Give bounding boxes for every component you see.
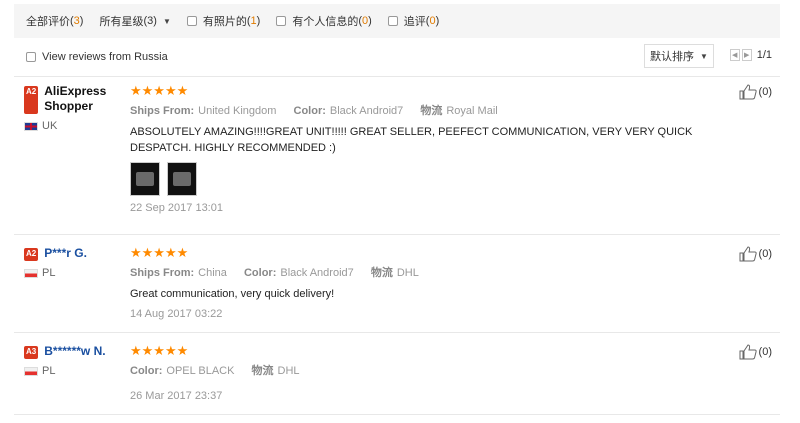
review-filter-bar: 全部评价 (3) 所有星级 (3) ▼ 有照片的 (1) 有个人信息的 (0) … (14, 4, 780, 38)
review-item: A3 B******w N. PL ★★★★★ Color: OPEL BLACK… (14, 344, 780, 414)
reviewer-country: PL (42, 267, 56, 279)
review-content: ★★★★★ Ships From: United Kingdom Color: Bl… (130, 84, 730, 214)
filter-all-stars-count: 3 (147, 15, 154, 27)
color-value: Black Android7 (329, 105, 404, 117)
reviewer-name: AliExpress Shopper (44, 84, 107, 113)
ships-from-value: United Kingdom (198, 105, 277, 117)
reviewer-info: A2 AliExpress Shopper UK (24, 84, 124, 132)
review-content: ★★★★★ Color: OPEL BLACK 物流 DHL 26 Mar 2017… (130, 343, 730, 403)
review-text: Great communication, very quick delivery… (130, 288, 335, 300)
review-date: 14 Aug 2017 03:22 (130, 308, 223, 320)
review-photo[interactable] (167, 162, 197, 196)
logistics-label: 物流 (251, 365, 274, 377)
ships-from-label: Ships From: (130, 267, 195, 279)
reviewer-country: UK (42, 120, 58, 132)
review-content: ★★★★★ Ships From: China Color: Black Andro… (130, 245, 730, 321)
color-value: OPEL BLACK (166, 365, 235, 377)
russia-reviews-label: View reviews from Russia (42, 51, 168, 63)
review-date: 22 Sep 2017 13:01 (130, 202, 223, 214)
star-rating: ★★★★★ (130, 343, 189, 358)
filter-followup[interactable]: 追评 (0) (387, 13, 439, 29)
logistics-value: DHL (396, 267, 419, 279)
filter-with-personal-info-label: 有个人信息的 (292, 16, 359, 28)
review-photo[interactable] (130, 162, 160, 196)
helpful-button[interactable]: (0) (739, 84, 772, 100)
filter-followup-label: 追评 (403, 16, 426, 28)
color-label: Color: (243, 267, 277, 279)
filter-all-reviews-count: 3 (73, 15, 80, 27)
filter-all-reviews-label: 全部评价 (26, 16, 70, 28)
chevron-down-icon: ▼ (162, 16, 171, 26)
helpful-button[interactable]: (0) (739, 246, 772, 262)
flag-uk-icon (24, 121, 38, 131)
level-badge: A2 (24, 248, 39, 261)
divider (14, 414, 780, 415)
filter-with-personal-info-count: 0 (362, 15, 369, 27)
helpful-count: (0) (758, 346, 772, 358)
review-toolbar: View reviews from Russia 默认排序 ▼ ◀ ▶ 1/1 (14, 44, 780, 70)
filter-followup-checkbox[interactable] (387, 16, 398, 26)
filter-followup-count: 0 (429, 15, 436, 27)
reviewer-name[interactable]: B******w N. (44, 344, 105, 359)
review-date: 26 Mar 2017 23:37 (130, 390, 223, 402)
filter-with-photos-label: 有照片的 (202, 16, 247, 28)
color-label: Color: (130, 365, 163, 377)
logistics-label: 物流 (370, 267, 393, 279)
filter-with-photos[interactable]: 有照片的 (1) (186, 13, 260, 29)
divider (14, 76, 780, 77)
filter-with-photos-checkbox[interactable] (186, 16, 197, 26)
thumbs-up-icon (739, 246, 757, 262)
color-label: Color: (293, 105, 326, 117)
prev-page-icon[interactable]: ◀ (729, 49, 740, 61)
thumbs-up-icon (739, 344, 757, 360)
divider (14, 234, 780, 235)
divider (14, 332, 780, 333)
filter-all-stars-dropdown[interactable]: 所有星级 (3) ▼ (99, 13, 170, 29)
reviewer-info: A3 B******w N. PL (24, 344, 124, 377)
helpful-button[interactable]: (0) (739, 344, 772, 360)
review-text: ABSOLUTELY AMAZING!!!!GREAT UNIT!!!!! GR… (130, 126, 693, 154)
page-indicator: 1/1 (756, 49, 772, 61)
review-item: A2 P***r G. PL ★★★★★ Ships From: China Co… (14, 246, 780, 326)
sort-label: 默认排序 (650, 51, 695, 63)
reviewer-name[interactable]: P***r G. (44, 246, 87, 261)
reviewer-info: A2 P***r G. PL (24, 246, 124, 279)
ships-from-value: China (198, 267, 227, 279)
russia-reviews-checkbox[interactable] (26, 52, 36, 62)
color-value: Black Android7 (280, 267, 354, 279)
level-badge: A2 (24, 86, 39, 114)
logistics-value: DHL (277, 365, 300, 377)
helpful-count: (0) (758, 86, 772, 98)
review-item: A2 AliExpress Shopper UK ★★★★★ Ships Fro… (14, 84, 780, 234)
filter-all-stars-label: 所有星级 (99, 16, 144, 28)
pagination: ◀ ▶ 1/1 (729, 49, 772, 61)
sort-dropdown[interactable]: 默认排序 ▼ (644, 44, 714, 68)
logistics-label: 物流 (420, 105, 443, 117)
reviewer-country: PL (42, 365, 56, 377)
review-meta: Color: OPEL BLACK 物流 DHL (130, 362, 730, 378)
star-rating: ★★★★★ (130, 83, 189, 98)
filter-with-personal-info[interactable]: 有个人信息的 (0) (276, 13, 372, 29)
russia-reviews-toggle[interactable]: View reviews from Russia (26, 51, 168, 63)
next-page-icon[interactable]: ▶ (741, 49, 752, 61)
filter-with-personal-info-checkbox[interactable] (276, 16, 287, 26)
chevron-down-icon: ▼ (700, 51, 708, 61)
review-photos (130, 162, 730, 196)
flag-pl-icon (24, 366, 38, 376)
logistics-value: Royal Mail (446, 105, 498, 117)
level-badge: A3 (24, 346, 39, 359)
filter-all-reviews[interactable]: 全部评价 (3) (26, 13, 83, 29)
thumbs-up-icon (739, 84, 757, 100)
ships-from-label: Ships From: (130, 105, 195, 117)
helpful-count: (0) (758, 248, 772, 260)
star-rating: ★★★★★ (130, 245, 189, 260)
review-meta: Ships From: United Kingdom Color: Black An… (130, 102, 730, 118)
flag-pl-icon (24, 268, 38, 278)
review-meta: Ships From: China Color: Black Android7 物流… (130, 264, 730, 280)
filter-with-photos-count: 1 (250, 15, 257, 27)
